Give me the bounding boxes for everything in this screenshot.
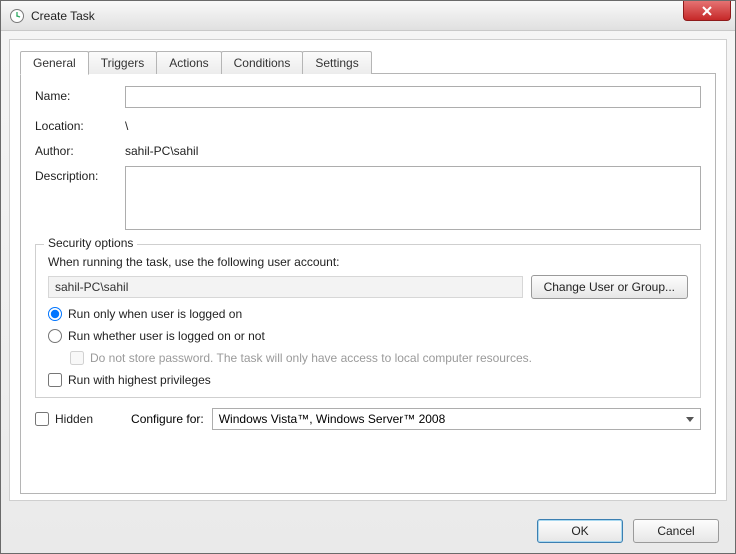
location-label: Location: [35, 116, 125, 133]
hidden-row[interactable]: Hidden [35, 412, 93, 426]
name-label: Name: [35, 86, 125, 103]
tab-settings[interactable]: Settings [302, 51, 371, 74]
create-task-window: Create Task General Triggers Actions Con… [0, 0, 736, 554]
close-button[interactable] [683, 1, 731, 21]
dialog-button-row: OK Cancel [1, 509, 735, 553]
cancel-button[interactable]: Cancel [633, 519, 719, 543]
security-options-group: Security options When running the task, … [35, 244, 701, 398]
highest-privileges-row[interactable]: Run with highest privileges [48, 373, 688, 387]
task-scheduler-icon [9, 8, 25, 24]
hidden-label: Hidden [55, 412, 93, 426]
run-only-logged-on-row[interactable]: Run only when user is logged on [48, 307, 688, 321]
highest-privileges-checkbox[interactable] [48, 373, 62, 387]
description-input[interactable] [125, 166, 701, 230]
tabstrip: General Triggers Actions Conditions Sett… [20, 51, 716, 74]
run-only-logged-on-label: Run only when user is logged on [68, 307, 242, 321]
do-not-store-label: Do not store password. The task will onl… [90, 351, 532, 365]
ok-button[interactable]: OK [537, 519, 623, 543]
name-input[interactable] [125, 86, 701, 108]
author-value: sahil-PC\sahil [125, 141, 701, 158]
security-options-legend: Security options [44, 236, 137, 250]
author-label: Author: [35, 141, 125, 158]
client-area: General Triggers Actions Conditions Sett… [9, 39, 727, 501]
when-running-label: When running the task, use the following… [48, 255, 688, 269]
tab-actions[interactable]: Actions [156, 51, 221, 74]
change-user-button[interactable]: Change User or Group... [531, 275, 688, 299]
run-whether-row[interactable]: Run whether user is logged on or not [48, 329, 688, 343]
configure-for-label: Configure for: [131, 412, 204, 426]
tab-triggers[interactable]: Triggers [88, 51, 158, 74]
do-not-store-row: Do not store password. The task will onl… [70, 351, 688, 365]
hidden-checkbox[interactable] [35, 412, 49, 426]
configure-for-value: Windows Vista™, Windows Server™ 2008 [219, 412, 446, 426]
configure-for-select[interactable]: Windows Vista™, Windows Server™ 2008 [212, 408, 701, 430]
tab-general[interactable]: General [20, 51, 89, 75]
titlebar[interactable]: Create Task [1, 1, 735, 31]
run-only-logged-on-radio[interactable] [48, 307, 62, 321]
run-whether-radio[interactable] [48, 329, 62, 343]
window-title: Create Task [31, 9, 95, 23]
do-not-store-checkbox [70, 351, 84, 365]
description-label: Description: [35, 166, 125, 183]
run-whether-label: Run whether user is logged on or not [68, 329, 265, 343]
tabpanel-general: Name: Location: \ Author: sahil-PC\sahil… [20, 73, 716, 494]
tab-conditions[interactable]: Conditions [221, 51, 304, 74]
user-account-display: sahil-PC\sahil [48, 276, 523, 298]
highest-privileges-label: Run with highest privileges [68, 373, 211, 387]
location-value: \ [125, 116, 701, 133]
